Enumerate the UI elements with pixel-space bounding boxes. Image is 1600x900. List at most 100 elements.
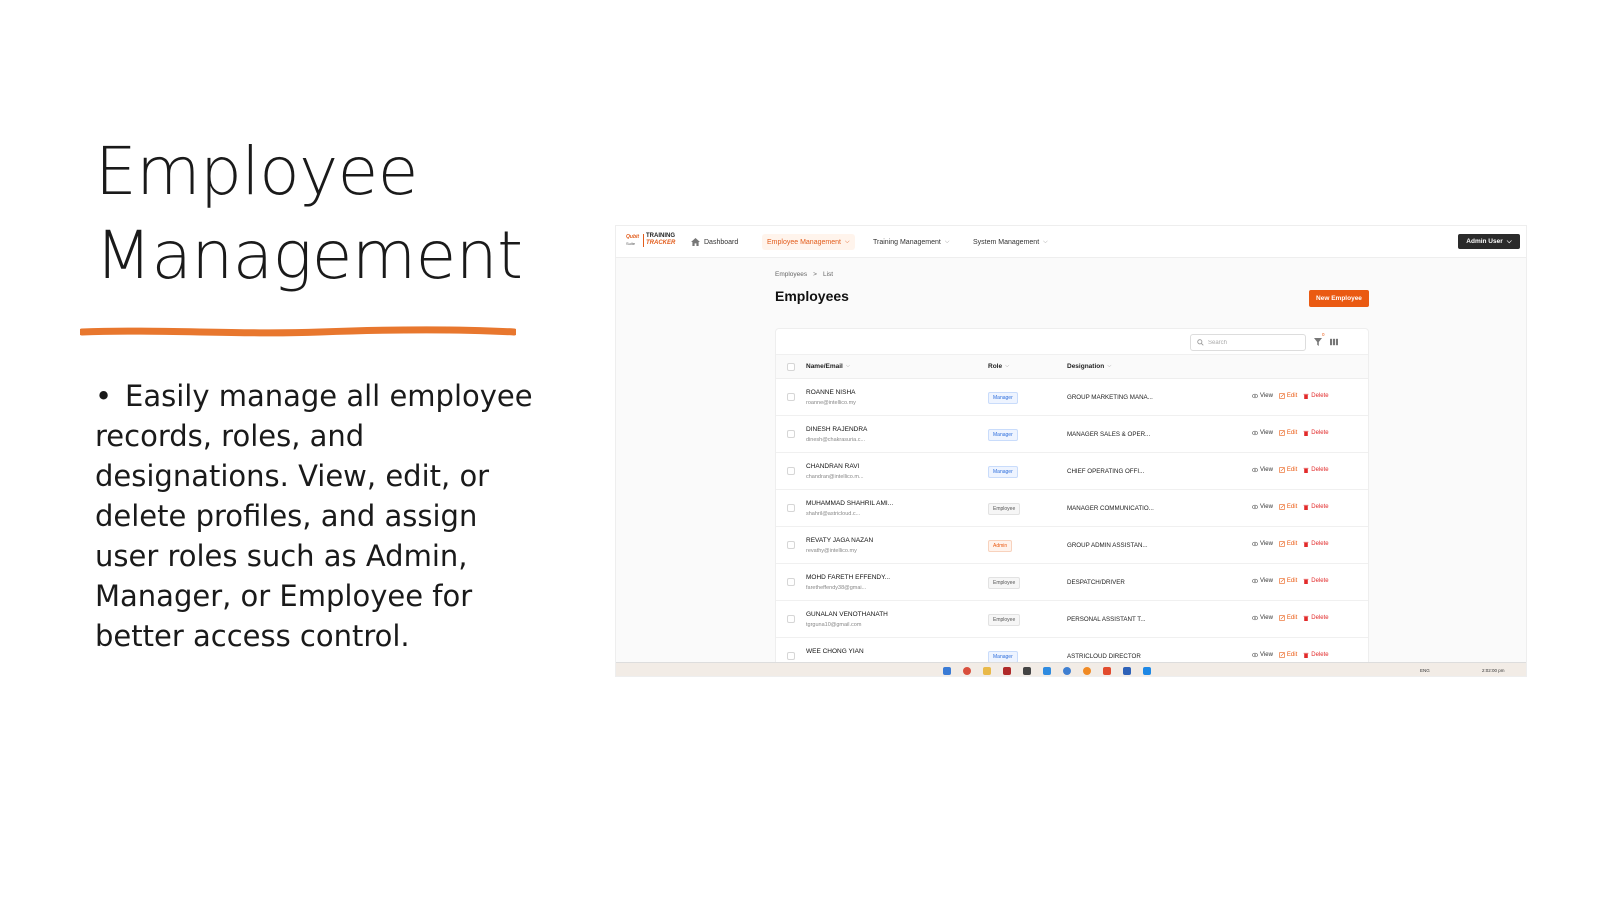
role-badge: Employee — [988, 503, 1021, 515]
slide-title-line-2: Management — [95, 217, 523, 294]
row-checkbox[interactable] — [787, 578, 795, 586]
slide-title: Employee Management — [95, 130, 555, 298]
delete-button[interactable]: Delete — [1303, 541, 1329, 547]
table-row[interactable]: REVATY JAGA NAZAN revathy@intellico.my Adm… — [776, 527, 1368, 564]
view-button[interactable]: View — [1252, 652, 1273, 658]
new-employee-button[interactable]: New Employee — [1309, 290, 1369, 307]
delete-button[interactable]: Delete — [1303, 393, 1329, 399]
employee-name: REVATY JAGA NAZAN — [806, 537, 874, 544]
taskbar-language[interactable]: ENG — [1420, 668, 1430, 673]
row-checkbox[interactable] — [787, 430, 795, 438]
view-button[interactable]: View — [1252, 393, 1273, 399]
row-checkbox[interactable] — [787, 393, 795, 401]
table-row[interactable]: MOHD FARETH EFFENDY... faretheffendy38@gm… — [776, 564, 1368, 601]
taskbar-clock[interactable]: 2:02:00 pm — [1482, 668, 1505, 673]
columns-icon[interactable] — [1330, 338, 1338, 346]
view-button[interactable]: View — [1252, 541, 1273, 547]
search-box[interactable] — [1190, 334, 1306, 351]
table-row[interactable]: MUHAMMAD SHAHRIL AMI... shahril@astriclou… — [776, 490, 1368, 527]
trash-icon — [1303, 504, 1309, 510]
table-row[interactable]: CHANDRAN RAVI chandran@intellico.m... Mana… — [776, 453, 1368, 490]
edit-button[interactable]: Edit — [1279, 652, 1297, 658]
app-logo[interactable]: Qubit Suite TRAINING TRACKER — [626, 231, 678, 251]
delete-label: Delete — [1311, 578, 1329, 584]
top-navigation: Qubit Suite TRAINING TRACKER Dashboard E… — [616, 226, 1526, 258]
column-header-name[interactable]: Name/Email ⌵ — [806, 363, 850, 370]
view-button[interactable]: View — [1252, 578, 1273, 584]
trash-icon — [1303, 615, 1309, 621]
row-checkbox[interactable] — [787, 541, 795, 549]
employee-designation: GROUP MARKETING MANA... — [1067, 394, 1153, 401]
firefox-icon[interactable] — [1083, 667, 1091, 675]
app-icon[interactable] — [1103, 667, 1111, 675]
edit-label: Edit — [1286, 393, 1298, 399]
app-icon[interactable] — [1143, 667, 1151, 675]
row-checkbox[interactable] — [787, 652, 795, 660]
edit-button[interactable]: Edit — [1279, 578, 1297, 584]
column-header-name-label: Name/Email — [806, 363, 843, 370]
employee-designation: CHIEF OPERATING OFFI... — [1067, 468, 1145, 475]
edit-button[interactable]: Edit — [1279, 430, 1297, 436]
chrome-icon[interactable] — [963, 667, 971, 675]
table-row[interactable]: GUNALAN VENOTHANATH tgrguna10@gmail.com Em… — [776, 601, 1368, 638]
nav-system-management[interactable]: System Management ⌵ — [968, 234, 1053, 250]
breadcrumb-employees[interactable]: Employees — [775, 271, 807, 278]
column-header-designation[interactable]: Designation ⌵ — [1067, 363, 1111, 370]
edit-icon — [1279, 652, 1285, 658]
edit-icon — [1279, 615, 1285, 621]
delete-label: Delete — [1311, 615, 1329, 621]
row-checkbox[interactable] — [787, 467, 795, 475]
eye-icon — [1252, 504, 1258, 510]
edge-icon[interactable] — [1063, 667, 1071, 675]
chevron-down-icon: ⌵ — [844, 238, 850, 245]
edit-button[interactable]: Edit — [1279, 615, 1297, 621]
user-menu-button[interactable]: Admin User ⌵ — [1458, 234, 1520, 249]
filter-icon[interactable] — [1314, 338, 1322, 346]
eye-icon — [1252, 541, 1258, 547]
nav-training-management-label: Training Management — [873, 238, 941, 246]
edit-button[interactable]: Edit — [1279, 393, 1297, 399]
row-actions: View Edit Delete — [1252, 504, 1329, 510]
windows-start-icon[interactable] — [943, 667, 951, 675]
row-checkbox[interactable] — [787, 615, 795, 623]
role-badge: Manager — [988, 392, 1018, 404]
edit-label: Edit — [1286, 504, 1298, 510]
table-toolbar: 0 — [776, 329, 1368, 355]
employee-name: CHANDRAN RAVI — [806, 463, 860, 470]
row-actions: View Edit Delete — [1252, 541, 1329, 547]
table-row[interactable]: DINESH RAJENDRA dinesh@chakrasuria.c... Ma… — [776, 416, 1368, 453]
employee-designation: ASTRICLOUD DIRECTOR — [1067, 653, 1141, 660]
employees-table-card: 0 Name/Email ⌵ Role ⌵ Designation ⌵ ROAN… — [775, 328, 1369, 676]
delete-button[interactable]: Delete — [1303, 652, 1329, 658]
employee-designation: DESPATCH/DRIVER — [1067, 579, 1125, 586]
search-input[interactable] — [1208, 339, 1298, 346]
view-button[interactable]: View — [1252, 467, 1273, 473]
view-label: View — [1260, 652, 1273, 658]
nav-dashboard[interactable]: Dashboard — [686, 234, 743, 250]
terminal-icon[interactable] — [1023, 667, 1031, 675]
delete-button[interactable]: Delete — [1303, 467, 1329, 473]
app-icon[interactable] — [1003, 667, 1011, 675]
view-button[interactable]: View — [1252, 430, 1273, 436]
view-button[interactable]: View — [1252, 504, 1273, 510]
select-all-checkbox[interactable] — [787, 363, 795, 371]
vscode-icon[interactable] — [1043, 667, 1051, 675]
delete-button[interactable]: Delete — [1303, 504, 1329, 510]
row-checkbox[interactable] — [787, 504, 795, 512]
employee-email: roanne@intellico.my — [806, 400, 856, 406]
delete-button[interactable]: Delete — [1303, 615, 1329, 621]
nav-training-management[interactable]: Training Management ⌵ — [868, 234, 954, 250]
nav-employee-management[interactable]: Employee Management ⌵ — [762, 234, 855, 250]
app-icon[interactable] — [1123, 667, 1131, 675]
row-actions: View Edit Delete — [1252, 430, 1329, 436]
employee-name: MUHAMMAD SHAHRIL AMI... — [806, 500, 894, 507]
view-button[interactable]: View — [1252, 615, 1273, 621]
edit-button[interactable]: Edit — [1279, 541, 1297, 547]
edit-button[interactable]: Edit — [1279, 467, 1297, 473]
delete-button[interactable]: Delete — [1303, 578, 1329, 584]
table-row[interactable]: ROANNE NISHA roanne@intellico.my Manager GR… — [776, 379, 1368, 416]
folder-icon[interactable] — [983, 667, 991, 675]
edit-button[interactable]: Edit — [1279, 504, 1297, 510]
column-header-role[interactable]: Role ⌵ — [988, 363, 1009, 370]
delete-button[interactable]: Delete — [1303, 430, 1329, 436]
